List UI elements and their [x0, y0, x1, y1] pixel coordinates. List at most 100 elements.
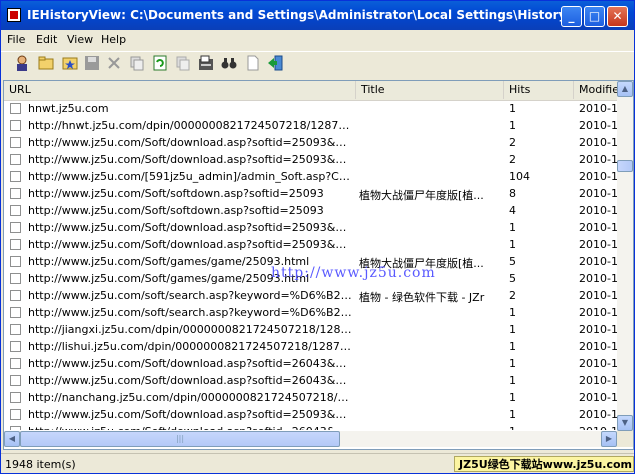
row-checkbox[interactable] [10, 256, 21, 267]
watermark-text: http://www.jz5u.com [271, 265, 436, 281]
toolbar [1, 51, 634, 79]
cell-hits: 1 [509, 391, 516, 404]
cell-hits: 2 [509, 153, 516, 166]
copy-icon[interactable] [129, 55, 145, 71]
cell-title: 植物大战僵尸年度版[植... [359, 189, 484, 202]
table-row[interactable]: http://www.jz5u.com/soft/search.asp?keyw… [4, 304, 617, 321]
table-row[interactable]: http://www.jz5u.com/Soft/download.asp?so… [4, 355, 617, 372]
vertical-scrollbar[interactable]: ▲ ▼ [617, 81, 633, 431]
cell-modified: 2010-10 [579, 153, 617, 166]
minimize-button[interactable]: _ [561, 6, 582, 27]
cell-modified: 2010-10 [579, 272, 617, 285]
save-icon[interactable] [84, 55, 100, 71]
table-row[interactable]: http://www.jz5u.com/soft/search.asp?keyw… [4, 287, 617, 304]
table-row[interactable]: http://www.jz5u.com/Soft/download.asp?so… [4, 406, 617, 423]
table-row[interactable]: http://www.jz5u.com/Soft/download.asp?so… [4, 236, 617, 253]
table-row[interactable]: http://nanchang.jz5u.com/dpin/0000000821… [4, 389, 617, 406]
find-icon[interactable] [221, 55, 237, 71]
cell-modified: 2010-10 [579, 374, 617, 387]
favorites-icon[interactable] [62, 55, 78, 71]
table-row[interactable]: http://www.jz5u.com/Soft/download.asp?so… [4, 219, 617, 236]
cell-hits: 5 [509, 272, 516, 285]
table-row[interactable]: http://www.jz5u.com/Soft/download.asp?so… [4, 372, 617, 389]
menu-file[interactable]: File [7, 33, 25, 46]
row-checkbox[interactable] [10, 290, 21, 301]
table-row[interactable]: http://www.jz5u.com/Soft/softdown.asp?so… [4, 202, 617, 219]
cell-url: http://www.jz5u.com/soft/search.asp?keyw… [28, 306, 352, 319]
cell-url: http://www.jz5u.com/Soft/download.asp?so… [28, 153, 352, 166]
item-count: 1948 item(s) [5, 458, 76, 471]
cell-url: http://www.jz5u.com/Soft/download.asp?so… [28, 357, 352, 370]
horizontal-scrollbar[interactable]: ◀ ||| ▶ [4, 431, 617, 447]
maximize-button[interactable]: □ [584, 6, 605, 27]
row-checkbox[interactable] [10, 426, 21, 430]
row-checkbox[interactable] [10, 103, 21, 114]
row-checkbox[interactable] [10, 409, 21, 420]
row-checkbox[interactable] [10, 375, 21, 386]
user-icon[interactable] [14, 55, 30, 71]
row-checkbox[interactable] [10, 171, 21, 182]
table-row[interactable]: http://jiangxi.jz5u.com/dpin/00000008217… [4, 321, 617, 338]
row-checkbox[interactable] [10, 120, 21, 131]
table-row[interactable]: http://www.jz5u.com/Soft/softdown.asp?so… [4, 185, 617, 202]
scroll-down-icon[interactable]: ▼ [617, 415, 633, 431]
row-checkbox[interactable] [10, 392, 21, 403]
cell-hits: 2 [509, 289, 516, 302]
copy-text-icon[interactable] [175, 55, 191, 71]
row-checkbox[interactable] [10, 273, 21, 284]
table-row[interactable]: http://lishui.jz5u.com/dpin/000000082172… [4, 338, 617, 355]
column-url[interactable]: URL [4, 81, 356, 99]
row-checkbox[interactable] [10, 222, 21, 233]
cell-hits: 104 [509, 170, 530, 183]
scroll-up-icon[interactable]: ▲ [617, 81, 633, 97]
title-bar[interactable]: IEHistoryView: C:\Documents and Settings… [1, 1, 634, 30]
cell-url: http://hnwt.jz5u.com/dpin/00000008217245… [28, 119, 352, 132]
cell-url: http://www.jz5u.com/[591jz5u_admin]/admi… [28, 170, 352, 183]
cell-modified: 2010-10 [579, 119, 617, 132]
close-button[interactable]: ✕ [607, 6, 628, 27]
delete-icon[interactable] [106, 55, 122, 71]
menu-edit[interactable]: Edit [36, 33, 57, 46]
row-checkbox[interactable] [10, 205, 21, 216]
scroll-right-icon[interactable]: ▶ [601, 431, 617, 447]
cell-hits: 1 [509, 238, 516, 251]
row-checkbox[interactable] [10, 188, 21, 199]
table-row[interactable]: http://www.jz5u.com/Soft/download.asp?so… [4, 151, 617, 168]
table-row[interactable]: http://www.jz5u.com/[591jz5u_admin]/admi… [4, 168, 617, 185]
table-row[interactable]: http://www.jz5u.com/Soft/download.asp?so… [4, 423, 617, 430]
cell-url: http://lishui.jz5u.com/dpin/000000082172… [28, 340, 352, 353]
row-checkbox[interactable] [10, 137, 21, 148]
refresh-icon[interactable] [152, 55, 168, 71]
vertical-scroll-thumb[interactable] [617, 160, 633, 172]
table-row[interactable]: http://www.jz5u.com/Soft/download.asp?so… [4, 134, 617, 151]
column-title[interactable]: Title [356, 81, 504, 99]
cell-hits: 1 [509, 425, 569, 430]
open-folder-icon[interactable] [38, 55, 54, 71]
cell-url: http://www.jz5u.com/Soft/download.asp?so… [28, 425, 352, 430]
cell-url: http://www.jz5u.com/Soft/download.asp?so… [28, 136, 352, 149]
row-checkbox[interactable] [10, 307, 21, 318]
row-checkbox[interactable] [10, 358, 21, 369]
cell-hits: 1 [509, 357, 516, 370]
cell-url: http://www.jz5u.com/Soft/download.asp?so… [28, 221, 352, 234]
table-row[interactable]: http://hnwt.jz5u.com/dpin/00000008217245… [4, 117, 617, 134]
properties-icon[interactable] [198, 55, 214, 71]
exit-icon[interactable] [267, 55, 283, 71]
cell-hits: 1 [509, 306, 516, 319]
horizontal-scroll-thumb[interactable]: ||| [20, 431, 340, 447]
cell-hits: 1 [509, 119, 516, 132]
row-checkbox[interactable] [10, 341, 21, 352]
scroll-corner [617, 431, 633, 447]
row-checkbox[interactable] [10, 324, 21, 335]
new-page-icon[interactable] [245, 55, 261, 71]
cell-url: http://www.jz5u.com/Soft/download.asp?so… [28, 374, 352, 387]
table-row[interactable]: hnwt.jz5u.com 1 2010-10 [4, 100, 617, 117]
menu-help[interactable]: Help [101, 33, 126, 46]
menu-view[interactable]: View [67, 33, 93, 46]
cell-url: hnwt.jz5u.com [28, 102, 109, 115]
scroll-left-icon[interactable]: ◀ [4, 431, 20, 447]
row-checkbox[interactable] [10, 154, 21, 165]
column-hits[interactable]: Hits [504, 81, 574, 99]
cell-modified: 2010-10 [579, 357, 617, 370]
row-checkbox[interactable] [10, 239, 21, 250]
